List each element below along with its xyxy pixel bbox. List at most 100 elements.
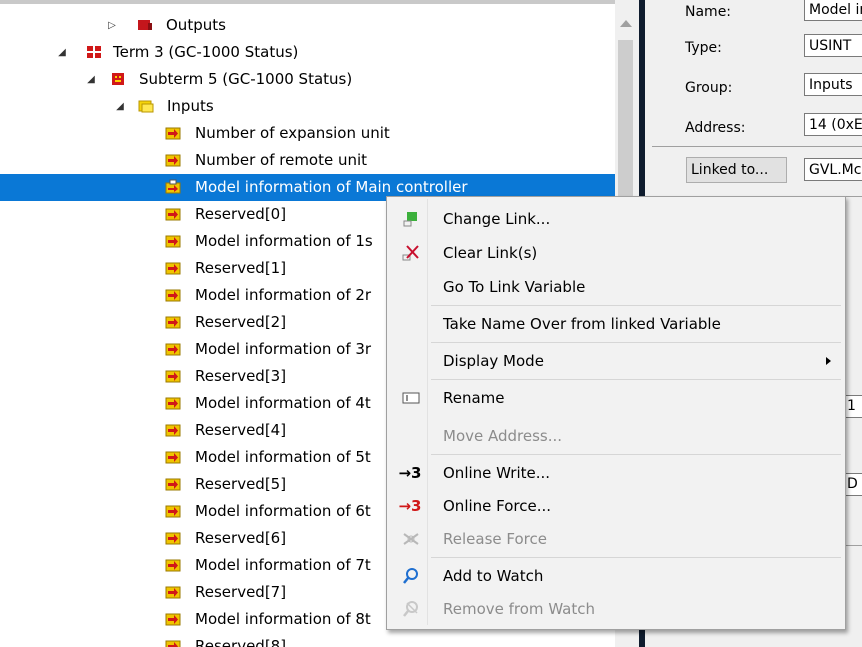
group-label: Group: <box>685 80 733 96</box>
clear-link-icon <box>402 245 419 261</box>
submenu-arrow-icon <box>826 357 831 365</box>
scroll-up-arrow-icon[interactable] <box>620 20 632 27</box>
menu-item-online-write[interactable]: →3 Online Write... <box>389 456 841 490</box>
collapse-arrow-icon[interactable]: ◢ <box>84 66 98 93</box>
online-write-icon: →3 <box>398 464 422 482</box>
tree-node-label: Inputs <box>167 97 214 115</box>
tree-top-border <box>0 0 615 4</box>
input-variable-icon <box>165 235 181 248</box>
group-field[interactable]: Inputs <box>804 73 862 96</box>
menu-item-display-mode[interactable]: Display Mode <box>389 344 841 378</box>
tree-node-label: Subterm 5 (GC-1000 Status) <box>139 70 353 88</box>
input-variable-icon <box>165 343 181 356</box>
menu-item-label: Add to Watch <box>443 567 544 585</box>
menu-item-label: Move Address... <box>443 427 563 445</box>
tree-node-label: Number of expansion unit <box>195 124 390 142</box>
menu-item-label: Rename <box>443 389 505 407</box>
tree-node-label: Outputs <box>166 16 226 34</box>
collapse-arrow-icon[interactable]: ◢ <box>55 39 69 66</box>
input-variable-icon <box>165 640 181 647</box>
menu-item-label: Online Write... <box>443 464 551 482</box>
online-force-icon: →3 <box>398 497 422 515</box>
tree-node-outputs[interactable]: ▷ Outputs <box>0 12 615 39</box>
terminal-icon <box>87 46 101 58</box>
name-label: Name: <box>685 4 732 20</box>
tree-node-label: Reserved[8] <box>195 637 287 647</box>
input-variable-icon <box>165 127 181 140</box>
tree-node-label: Reserved[5] <box>195 475 287 493</box>
menu-item-clear-links[interactable]: Clear Link(s) <box>389 236 841 270</box>
input-variable-icon <box>165 532 181 545</box>
outputs-icon <box>138 20 152 30</box>
properties-separator <box>652 146 862 147</box>
tree-node-term3[interactable]: ◢ Term 3 (GC-1000 Status) <box>0 39 615 66</box>
menu-item-release-force[interactable]: Release Force <box>389 522 841 556</box>
tree-node-label: Model information of 7t <box>195 556 371 574</box>
menu-separator <box>431 379 841 380</box>
add-watch-icon <box>403 568 418 584</box>
tree-node-label: Model information of 6t <box>195 502 371 520</box>
menu-item-add-to-watch[interactable]: Add to Watch <box>389 559 841 593</box>
menu-separator <box>431 557 841 558</box>
menu-item-label: Online Force... <box>443 497 552 515</box>
partial-field-2[interactable]: D <box>844 473 862 496</box>
linked-variable-field[interactable]: GVL.Mc <box>804 158 862 181</box>
tree-node-variable[interactable]: Number of remote unit <box>0 147 615 174</box>
tree-node-label: Term 3 (GC-1000 Status) <box>113 43 299 61</box>
tree-node-variable[interactable]: Number of expansion unit <box>0 120 615 147</box>
menu-item-label: Release Force <box>443 530 547 548</box>
menu-item-label: Change Link... <box>443 210 551 228</box>
tree-node-label: Reserved[6] <box>195 529 287 547</box>
input-variable-icon <box>165 559 181 572</box>
collapse-arrow-icon[interactable]: ◢ <box>113 93 127 120</box>
input-variable-icon <box>165 370 181 383</box>
input-variable-icon <box>165 586 181 599</box>
menu-item-change-link[interactable]: Change Link... <box>389 202 841 236</box>
rename-icon <box>402 392 420 404</box>
tree-node-variable[interactable]: Reserved[8] <box>0 633 615 647</box>
type-label: Type: <box>685 40 722 56</box>
inputs-folder-icon <box>138 100 154 113</box>
tree-node-label: Model information of 3r <box>195 340 372 358</box>
menu-item-move-address[interactable]: Move Address... <box>389 419 841 453</box>
tree-node-label: Model information of 8t <box>195 610 371 628</box>
tree-node-inputs[interactable]: ◢ Inputs <box>0 93 615 120</box>
menu-item-label: Remove from Watch <box>443 600 596 618</box>
linked-to-button[interactable]: Linked to... <box>686 157 787 183</box>
expand-arrow-icon[interactable]: ▷ <box>105 12 119 39</box>
menu-item-go-to-link-variable[interactable]: Go To Link Variable <box>389 270 841 304</box>
name-field[interactable]: Model ir <box>804 0 862 21</box>
input-variable-icon <box>165 262 181 275</box>
input-variable-icon <box>165 154 181 167</box>
address-label: Address: <box>685 120 746 136</box>
partial-field-1[interactable]: 1 <box>844 395 862 418</box>
tree-node-subterm5[interactable]: ◢ Subterm 5 (GC-1000 Status) <box>0 66 615 93</box>
menu-item-label: Clear Link(s) <box>443 244 538 262</box>
input-variable-icon <box>165 424 181 437</box>
address-field[interactable]: 14 (0xE <box>804 113 862 136</box>
menu-item-rename[interactable]: Rename <box>389 381 841 415</box>
properties-separator <box>844 545 862 546</box>
tree-node-label: Reserved[4] <box>195 421 287 439</box>
menu-item-online-force[interactable]: →3 Online Force... <box>389 489 841 523</box>
tree-node-label: Model information of 4t <box>195 394 371 412</box>
input-variable-icon <box>165 505 181 518</box>
linked-variable-icon <box>165 179 181 194</box>
subterminal-icon <box>112 73 124 85</box>
input-variable-icon <box>165 397 181 410</box>
tree-node-label: Model information of 1s <box>195 232 373 250</box>
tree-node-label: Number of remote unit <box>195 151 368 169</box>
input-variable-icon <box>165 478 181 491</box>
menu-item-label: Display Mode <box>443 352 544 370</box>
tree-node-label: Model information of 2r <box>195 286 372 304</box>
menu-separator <box>431 305 841 306</box>
type-field[interactable]: USINT <box>804 34 862 57</box>
tree-node-label: Reserved[3] <box>195 367 287 385</box>
menu-item-take-name-over[interactable]: Take Name Over from linked Variable <box>389 307 841 341</box>
change-link-icon <box>403 212 417 227</box>
menu-separator <box>431 454 841 455</box>
tree-node-label: Reserved[2] <box>195 313 287 331</box>
tree-node-label: Reserved[7] <box>195 583 287 601</box>
release-force-icon <box>403 533 419 545</box>
menu-item-remove-from-watch[interactable]: Remove from Watch <box>389 592 841 626</box>
